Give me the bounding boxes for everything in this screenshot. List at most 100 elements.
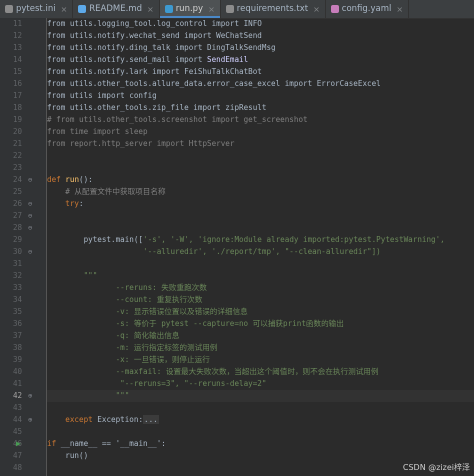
line-number: 27 — [12, 211, 22, 220]
code-line: if __name__ == '__main__': — [47, 438, 166, 450]
string-literal: '-s', '-W', 'ignore:Module already impor… — [143, 235, 445, 244]
keyword: if — [47, 439, 61, 448]
line-number: 21 — [12, 139, 22, 148]
code-line: run() — [47, 451, 89, 460]
code-text: : — [79, 199, 84, 208]
line-number: 16 — [12, 79, 22, 88]
line-number: 22 — [12, 151, 22, 160]
line-number: 41 — [12, 379, 22, 388]
line-number: 47 — [12, 451, 22, 460]
markdown-file-icon — [78, 5, 87, 13]
tab-readme[interactable]: README.md × — [73, 0, 160, 18]
code-comment: # 从配置文件中获取项目名称 — [47, 187, 166, 196]
docstring: -v: 显示错误位置以及错误的详细信息 — [47, 307, 248, 316]
code-line: '--alluredir', './report/tmp', "--clean-… — [47, 247, 381, 256]
line-number: 29 — [12, 235, 22, 244]
code-line: from utils.logging_tool.log_control impo… — [47, 19, 262, 28]
fold-icon[interactable]: ⊖ — [28, 210, 32, 222]
docstring: -m: 运行指定标签的测试用例 — [47, 343, 218, 352]
close-icon[interactable]: × — [396, 5, 403, 14]
code-line: from utils.notify.wechat_send import WeC… — [47, 31, 262, 40]
code-line: from time import sleep — [47, 127, 148, 136]
line-number: 19 — [12, 115, 22, 124]
code-line: from utils.notify.send_mail import SendE… — [47, 54, 248, 66]
docstring: "--reruns=3", "--reruns-delay=2" — [47, 379, 267, 388]
docstring: -s: 等价于 pytest --capture=no 可以捕获print函数的… — [47, 319, 344, 328]
code-line: from report.http_server import HttpServe… — [47, 139, 235, 148]
code-text: pytest.main([ — [47, 235, 144, 244]
line-number: 26 — [12, 199, 22, 208]
code-line: from utils.other_tools.allure_data.error… — [47, 79, 381, 88]
line-number: 48 — [12, 463, 22, 472]
line-number: 33 — [12, 283, 22, 292]
close-icon[interactable]: × — [208, 5, 215, 14]
code-line: from utils.notify.ding_talk import DingT… — [47, 43, 276, 52]
tab-label: README.md — [89, 4, 142, 14]
fold-icon[interactable]: ⊖ — [28, 246, 32, 258]
python-file-icon — [164, 5, 173, 13]
code-line: def run(): — [47, 174, 93, 186]
editor-tab-bar: pytest.ini × README.md × run.py × requireme… — [0, 0, 474, 19]
line-number: 15 — [12, 67, 22, 76]
function-name: run — [65, 175, 80, 184]
run-icon[interactable]: ▶ — [16, 438, 21, 450]
line-number: 28 — [12, 223, 22, 232]
code-text: __name__ == '__main__': — [60, 439, 166, 448]
docstring: """ — [47, 271, 98, 280]
code-line: from utils import config — [47, 91, 157, 100]
line-number: 37 — [12, 331, 22, 340]
tab-requirements[interactable]: requirements.txt × — [221, 0, 326, 18]
close-icon[interactable]: × — [313, 5, 320, 14]
line-number: 20 — [12, 127, 22, 136]
ini-file-icon — [5, 5, 13, 13]
docstring: """ — [47, 391, 130, 400]
tab-config-yaml[interactable]: config.yaml × — [326, 0, 410, 18]
line-number: 36 — [12, 319, 22, 328]
code-line: from utils.notify.lark import FeiShuTalk… — [47, 67, 262, 76]
yaml-file-icon — [330, 5, 339, 13]
close-icon[interactable]: × — [147, 5, 154, 14]
fold-end-icon[interactable]: ⊕ — [28, 414, 32, 426]
text-file-icon — [225, 5, 234, 13]
line-number: 25 — [12, 187, 22, 196]
docstring: -x: 一旦错误，则停止运行 — [47, 355, 210, 364]
tab-label: pytest.ini — [16, 4, 56, 14]
fold-end-icon[interactable]: ⊕ — [28, 390, 32, 402]
line-number: 30 — [12, 247, 22, 256]
code-text: from utils.notify.send_mail import — [47, 55, 208, 64]
line-number: 11 — [12, 19, 22, 28]
docstring: -q: 简化输出信息 — [47, 331, 180, 340]
code-editor[interactable]: from utils.logging_tool.log_control impo… — [47, 18, 474, 476]
code-text: (): — [79, 175, 93, 184]
line-number: 39 — [12, 355, 22, 364]
code-text: SendEmail — [207, 55, 249, 64]
keyword: except — [47, 415, 98, 424]
tab-pytest-ini[interactable]: pytest.ini × — [0, 0, 74, 18]
fold-icon[interactable]: ⊖ — [28, 222, 32, 234]
watermark: CSDN @zizei梓泽 — [402, 463, 470, 472]
code-line: from utils.other_tools.zip_file import z… — [47, 103, 267, 112]
line-number-gutter: 11 12 13 14 15 16 17 18 19 20 21 22 23 2… — [0, 18, 47, 476]
code-comment: # from utils.other_tools.screenshot impo… — [47, 115, 308, 124]
docstring: --maxfail: 设置最大失败次数，当超出这个阈值时，则不会在执行测试用例 — [47, 367, 379, 376]
line-number: 43 — [12, 403, 22, 412]
close-icon[interactable]: × — [61, 5, 68, 14]
code-line: except Exception:... — [47, 414, 159, 426]
line-number: 44 — [12, 415, 22, 424]
line-number: 45 — [12, 427, 22, 436]
line-number: 35 — [12, 307, 22, 316]
keyword: def — [47, 175, 66, 184]
line-number: 38 — [12, 343, 22, 352]
folded-region[interactable]: ... — [143, 415, 159, 424]
line-number: 12 — [12, 31, 22, 40]
line-number: 24 — [12, 175, 22, 184]
fold-icon[interactable]: ⊖ — [28, 174, 32, 186]
line-number: 23 — [12, 163, 22, 172]
tab-label: requirements.txt — [236, 4, 309, 14]
line-number: 31 — [12, 259, 22, 268]
docstring: --reruns: 失败重跑次数 — [47, 283, 207, 292]
docstring: --count: 重复执行次数 — [47, 295, 203, 304]
line-number: 42 — [12, 391, 22, 400]
tab-run-py[interactable]: run.py × — [159, 0, 221, 18]
fold-icon[interactable]: ⊖ — [28, 198, 32, 210]
